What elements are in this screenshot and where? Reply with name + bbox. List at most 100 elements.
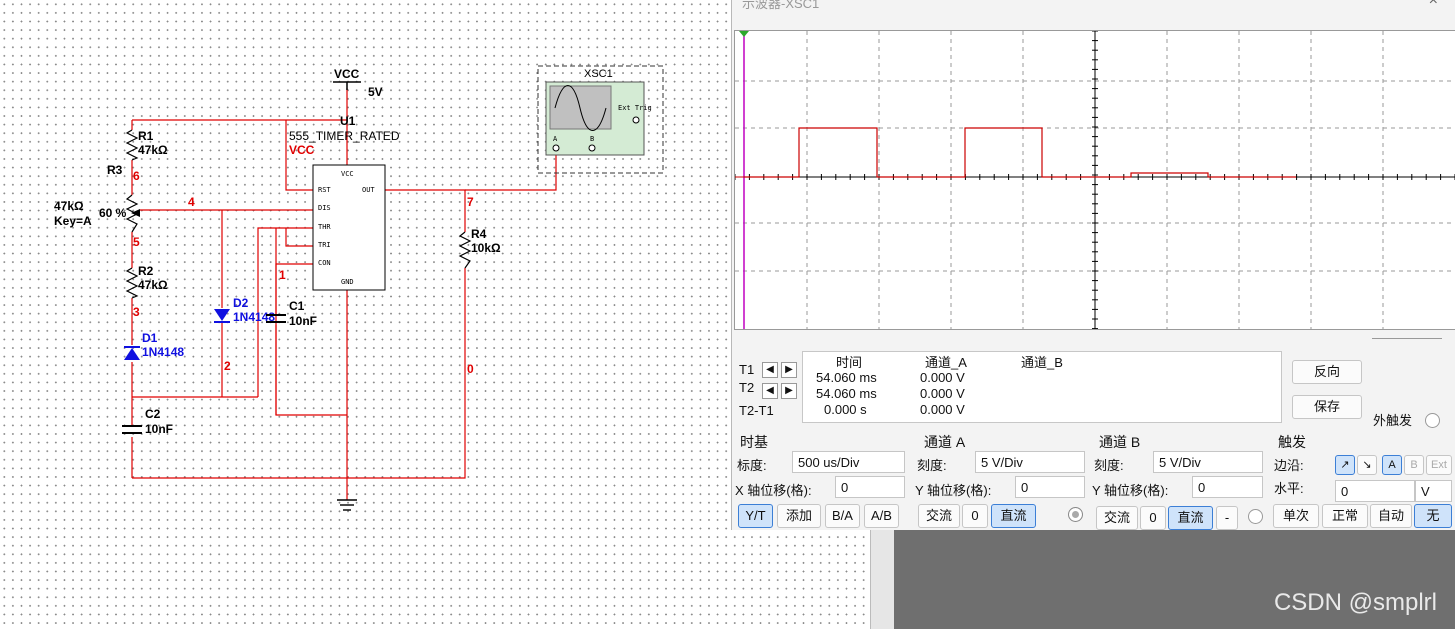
circuit-schematic: VCC 5V VCC RST DIS THR TRI CON OUT GND U… xyxy=(54,65,664,511)
channel-a-ac-button[interactable]: 交流 xyxy=(918,504,960,528)
trigger-source-b-button[interactable]: B xyxy=(1404,455,1424,475)
channel-a-terminal[interactable] xyxy=(1068,507,1083,522)
trigger-edge-label: 边沿: xyxy=(1274,458,1304,473)
scrollbar[interactable] xyxy=(870,530,894,629)
rising-edge-icon[interactable]: ↗ xyxy=(1335,455,1355,475)
trigger-source-a-button[interactable]: A xyxy=(1382,455,1402,475)
channel-b-dc-button[interactable]: 直流 xyxy=(1168,506,1213,530)
t1-left-arrow-icon[interactable]: ◀ xyxy=(762,362,778,378)
mode-ba-button[interactable]: B/A xyxy=(825,504,860,528)
u1-ref: U1 xyxy=(340,114,356,128)
ext-trigger-terminal[interactable] xyxy=(1425,413,1440,428)
channel-a-zero-button[interactable]: 0 xyxy=(962,504,988,528)
net-7: 7 xyxy=(467,195,474,209)
mode-add-button[interactable]: 添加 xyxy=(777,504,821,528)
channel-a-ypos-field[interactable]: 0 xyxy=(1015,476,1085,498)
channel-a-dc-button[interactable]: 直流 xyxy=(991,504,1036,528)
net-5: 5 xyxy=(133,235,140,249)
mode-yt-button[interactable]: Y/T xyxy=(738,504,773,528)
d2-ref: D2 xyxy=(233,296,249,310)
vcc-label: VCC xyxy=(334,67,360,81)
c1-value: 10nF xyxy=(289,314,317,328)
pin-vcc: VCC xyxy=(341,170,354,178)
trigger-level-label: 水平: xyxy=(1274,481,1304,496)
trigger-none-button[interactable]: 无 xyxy=(1414,504,1452,528)
channel-a-trace xyxy=(744,127,1296,178)
net-4: 4 xyxy=(188,195,195,209)
watermark: CSDN @smplrl xyxy=(1273,589,1437,616)
trigger-source-ext-button[interactable]: Ext xyxy=(1426,455,1452,475)
timebase-scale-field[interactable]: 500 us/Div xyxy=(792,451,905,473)
ext-trigger-label: 外触发 xyxy=(1373,413,1413,428)
r2-value: 47kΩ xyxy=(138,278,168,292)
pin-dis: DIS xyxy=(318,204,331,212)
pin-tri: TRI xyxy=(318,241,331,249)
channel-b-zero-button[interactable]: 0 xyxy=(1140,506,1166,530)
timebase-scale-label: 标度: xyxy=(737,458,767,473)
channel-a-scale-label: 刻度: xyxy=(917,458,947,473)
net-1: 1 xyxy=(279,268,286,282)
mode-ab-button[interactable]: A/B xyxy=(864,504,899,528)
r1-value: 47kΩ xyxy=(138,143,168,157)
t2-right-arrow-icon[interactable]: ▶ xyxy=(781,383,797,399)
window-title: 示波器-XSC1 xyxy=(742,0,820,11)
channel-b-ypos-field[interactable]: 0 xyxy=(1192,476,1263,498)
channel-b-ac-button[interactable]: 交流 xyxy=(1096,506,1138,530)
channel-a-scale-field[interactable]: 5 V/Div xyxy=(975,451,1085,473)
trigger-level-unit[interactable]: V xyxy=(1415,480,1452,502)
r2-ref: R2 xyxy=(138,264,154,278)
t2-time: 54.060 ms xyxy=(816,386,877,401)
scope-display[interactable] xyxy=(734,30,1455,330)
xsc-ref: XSC1 xyxy=(584,68,613,80)
r1-ref: R1 xyxy=(138,129,154,143)
t2-channel-a: 0.000 V xyxy=(920,386,965,401)
channel-b-scale-label: 刻度: xyxy=(1094,458,1124,473)
r3-percent: 60 % xyxy=(99,206,127,220)
t1-channel-a: 0.000 V xyxy=(920,370,965,385)
d1-part: 1N4148 xyxy=(142,345,184,359)
vcc-voltage: 5V xyxy=(368,85,383,99)
x-position-label: X 轴位移(格): xyxy=(735,483,812,498)
trigger-single-button[interactable]: 单次 xyxy=(1273,504,1319,528)
d1-ref: D1 xyxy=(142,331,158,345)
x-position-field[interactable]: 0 xyxy=(835,476,905,498)
trigger-auto-button[interactable]: 自动 xyxy=(1370,504,1412,528)
c1-ref: C1 xyxy=(289,299,305,313)
oscilloscope-window[interactable]: 示波器-XSC1 × T1 T2 T2-T1 ◀ ▶ ◀ ▶ 时间 通道_A 通… xyxy=(731,0,1455,530)
falling-edge-icon[interactable]: ↘ xyxy=(1357,455,1377,475)
save-button[interactable]: 保存 xyxy=(1292,395,1362,419)
r4-ref: R4 xyxy=(471,227,487,241)
pin-out: OUT xyxy=(362,186,375,194)
trigger-normal-button[interactable]: 正常 xyxy=(1322,504,1368,528)
timebase-header: 时基 xyxy=(740,434,768,450)
pin-thr: THR xyxy=(318,223,331,231)
channel-b-scale-field[interactable]: 5 V/Div xyxy=(1153,451,1263,473)
channel-a-ypos-label: Y 轴位移(格): xyxy=(915,483,992,498)
u1-part: 555_TIMER_RATED xyxy=(289,129,400,143)
r4-value: 10kΩ xyxy=(471,241,501,255)
t2-left-arrow-icon[interactable]: ◀ xyxy=(762,383,778,399)
channel-b-header: 通道 B xyxy=(1099,434,1141,450)
t2-t1-label: T2-T1 xyxy=(739,403,774,418)
t1-right-arrow-icon[interactable]: ▶ xyxy=(781,362,797,378)
channel-b-ypos-label: Y 轴位移(格): xyxy=(1092,483,1169,498)
t1-label: T1 xyxy=(739,362,755,377)
net-0: 0 xyxy=(467,362,474,376)
net-2: 2 xyxy=(224,359,231,373)
net-3: 3 xyxy=(133,305,140,319)
r3-ref: R3 xyxy=(107,163,123,177)
channel-b-minus-button[interactable]: - xyxy=(1216,506,1238,530)
net-6: 6 xyxy=(133,169,140,183)
channel-b-terminal[interactable] xyxy=(1248,509,1263,524)
header-channel-b: 通道_B xyxy=(1021,355,1063,370)
trigger-level-field[interactable]: 0 xyxy=(1335,480,1415,502)
reverse-button[interactable]: 反向 xyxy=(1292,360,1362,384)
header-channel-a: 通道_A xyxy=(925,355,967,370)
t2-label: T2 xyxy=(739,380,755,395)
close-icon[interactable]: × xyxy=(1429,0,1438,10)
cursor-t1-handle[interactable] xyxy=(739,31,749,37)
t2-t1-channel-a: 0.000 V xyxy=(920,402,965,417)
scope-screen-icon xyxy=(549,85,612,130)
xsc-b-label: B xyxy=(590,135,594,143)
header-time: 时间 xyxy=(836,355,863,370)
